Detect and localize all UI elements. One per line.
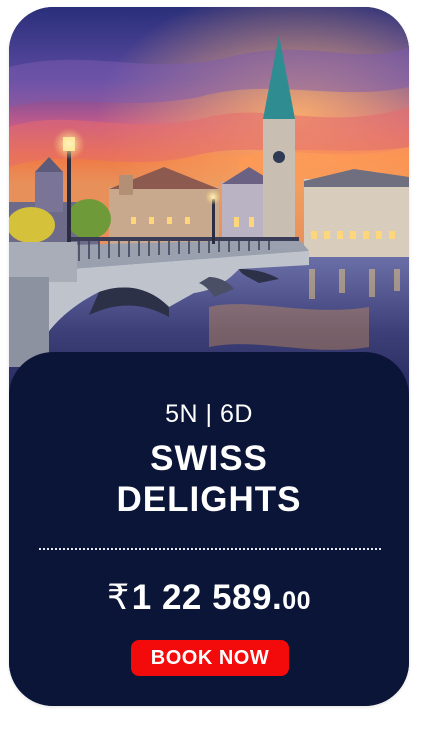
package-details: 5N | 6D SWISS DELIGHTS ₹1 22 589.00 BOOK… [9, 352, 409, 706]
trip-duration: 5N | 6D [165, 400, 253, 428]
dotted-divider [39, 548, 381, 550]
currency-symbol: ₹ [106, 578, 130, 617]
price-whole: 1 22 589. [131, 578, 283, 617]
package-title: SWISS DELIGHTS [9, 438, 409, 520]
destination-photo [9, 7, 409, 407]
package-price: ₹1 22 589.00 [9, 578, 409, 618]
package-title-line-2: DELIGHTS [116, 480, 302, 519]
package-card[interactable]: 5N | 6D SWISS DELIGHTS ₹1 22 589.00 BOOK… [9, 7, 409, 706]
package-title-line-1: SWISS [150, 439, 268, 478]
zurich-dusk-image [9, 7, 409, 407]
book-now-button[interactable]: BOOK NOW [131, 640, 289, 676]
price-decimal: 00 [282, 587, 312, 615]
